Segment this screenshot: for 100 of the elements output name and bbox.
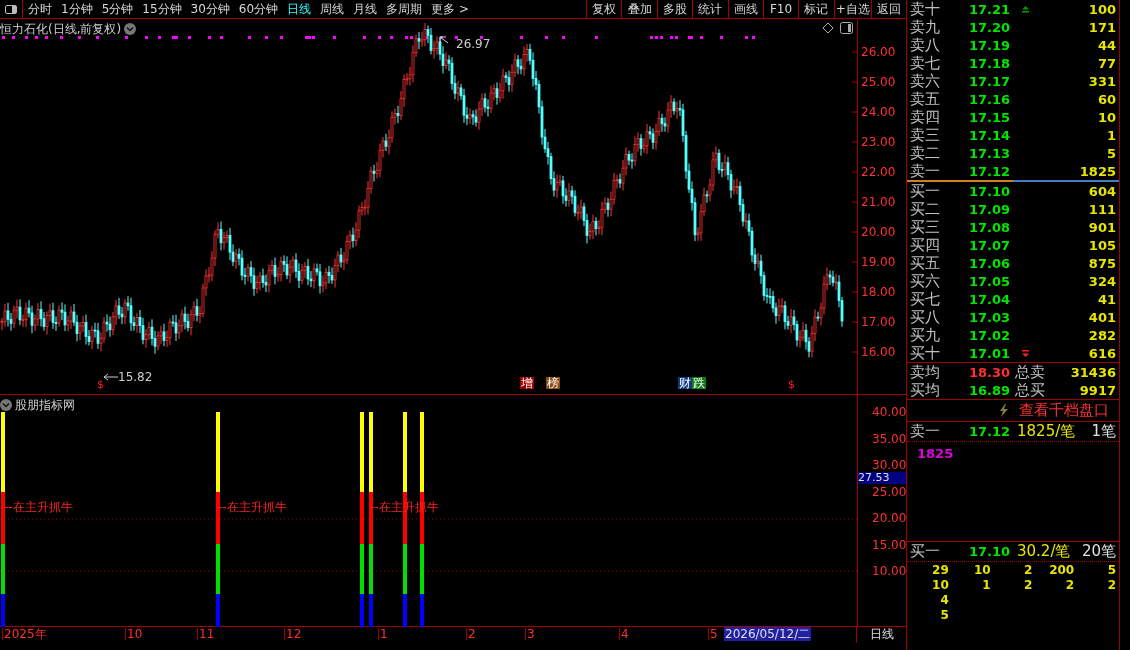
period-tab[interactable]: 日线 bbox=[287, 0, 312, 18]
price-tick: 24.00 bbox=[861, 106, 896, 118]
queue-order: 10 bbox=[972, 564, 991, 579]
price-text: 17.07 bbox=[969, 238, 1012, 252]
event-tag[interactable]: 跌 bbox=[692, 377, 706, 389]
date-label: 4 bbox=[619, 628, 629, 640]
level-label: 卖二 bbox=[909, 145, 941, 161]
event-tag[interactable]: 增 bbox=[520, 377, 534, 389]
volume-text: 105 bbox=[1087, 238, 1117, 252]
level-label: 买六 bbox=[909, 273, 941, 289]
average-price: 16.89 bbox=[969, 383, 1012, 397]
volume-text: 324 bbox=[1087, 274, 1117, 288]
diamond-icon[interactable] bbox=[822, 22, 834, 34]
volume-text: 100 bbox=[1087, 2, 1117, 16]
queue-order: 29 bbox=[931, 564, 949, 579]
panel-toggle-icon[interactable] bbox=[840, 22, 853, 34]
event-marker[interactable]: $ bbox=[788, 379, 795, 390]
level-label: 买八 bbox=[909, 309, 941, 325]
volume-text: 331 bbox=[1087, 74, 1117, 88]
queue-order: 2 bbox=[1023, 564, 1033, 579]
level-label: 卖六 bbox=[909, 73, 941, 89]
indicator-tick: 10.00 bbox=[872, 565, 907, 577]
level-label: 卖九 bbox=[909, 19, 941, 35]
lightning-icon bbox=[999, 404, 1009, 417]
low-pointer-icon bbox=[103, 373, 119, 381]
period-tab[interactable]: 月线 bbox=[353, 0, 378, 18]
date-label: 12 bbox=[284, 628, 302, 640]
level-label: 买三 bbox=[909, 219, 941, 235]
queue-order: 1 bbox=[981, 579, 991, 594]
toolbar-button[interactable]: 返回 bbox=[870, 0, 907, 18]
dropdown-icon[interactable] bbox=[124, 23, 137, 35]
price-text: 17.06 bbox=[969, 256, 1012, 270]
period-tab[interactable]: 1分钟 bbox=[61, 0, 93, 18]
cursor-date-label: 2026/05/12/二 bbox=[724, 627, 812, 641]
queue-order: 1825 bbox=[917, 446, 954, 461]
indicator-tick: 35.00 bbox=[872, 432, 907, 445]
date-label: 11 bbox=[197, 628, 215, 640]
event-tag[interactable]: 财 bbox=[678, 377, 692, 389]
period-tab[interactable]: 更多 > bbox=[431, 0, 469, 18]
price-text: 17.04 bbox=[969, 292, 1012, 306]
date-label: 1 bbox=[378, 628, 388, 640]
event-tag[interactable]: 榜 bbox=[546, 377, 560, 389]
total-volume: 9917 bbox=[1078, 383, 1117, 397]
price-text: 17.12 bbox=[969, 164, 1012, 178]
order-count: 20笔 bbox=[1080, 544, 1117, 559]
period-tab[interactable]: 60分钟 bbox=[238, 0, 279, 18]
queue-label: 买一 bbox=[909, 544, 941, 559]
toolbar-button[interactable]: 多股 bbox=[656, 0, 693, 18]
volume-text: 111 bbox=[1087, 202, 1117, 216]
price-text: 17.14 bbox=[969, 128, 1012, 142]
queue-order: 5 bbox=[939, 609, 949, 624]
per-order-volume: 30.2/笔 bbox=[1017, 544, 1071, 559]
summary-label: 卖均 bbox=[909, 364, 941, 380]
level-label: 买七 bbox=[909, 291, 941, 307]
toolbar-button[interactable]: 标记 bbox=[798, 0, 834, 18]
price-text: 17.09 bbox=[969, 202, 1012, 216]
price-text: 17.20 bbox=[969, 20, 1012, 34]
indicator-title: 股朋指标网 bbox=[15, 397, 75, 414]
price-tick: 21.00 bbox=[861, 196, 896, 208]
price-tick: 25.00 bbox=[861, 76, 896, 88]
toolbar-button[interactable]: +自选 bbox=[833, 0, 871, 18]
queue-order: 5 bbox=[1106, 564, 1116, 579]
date-label: 5 bbox=[708, 628, 718, 640]
period-tab[interactable]: 多周期 bbox=[386, 0, 423, 18]
volume-text: 60 bbox=[1096, 92, 1117, 106]
price-text: 17.01 bbox=[969, 346, 1012, 360]
date-label: 10 bbox=[125, 628, 143, 640]
level-label: 卖八 bbox=[909, 37, 941, 53]
level-label: 卖一 bbox=[909, 163, 941, 179]
period-tab[interactable]: 5分钟 bbox=[101, 0, 134, 18]
volume-text: 5 bbox=[1105, 146, 1117, 160]
price-tick: 17.00 bbox=[861, 316, 896, 328]
price-text: 17.05 bbox=[969, 274, 1012, 288]
chart-title: 恒力石化(日线,前复权) bbox=[0, 21, 122, 38]
event-marker[interactable]: $ bbox=[97, 379, 104, 390]
period-tab[interactable]: 周线 bbox=[320, 0, 345, 18]
price-text: 17.03 bbox=[969, 310, 1012, 324]
period-tab[interactable]: 30分钟 bbox=[190, 0, 230, 18]
toolbar-button[interactable]: 叠加 bbox=[621, 0, 657, 18]
price-text: 17.17 bbox=[969, 74, 1012, 88]
order-count: 1笔 bbox=[1090, 424, 1117, 439]
queue-order: 2 bbox=[1106, 579, 1116, 594]
date-label: 2025年 bbox=[2, 628, 47, 640]
level-label: 买一 bbox=[909, 183, 941, 199]
period-tab[interactable]: 15分钟 bbox=[142, 0, 182, 18]
queue-order: 2 bbox=[1023, 579, 1033, 594]
dropdown-icon[interactable] bbox=[0, 399, 12, 411]
indicator-tick: 25.00 bbox=[872, 485, 907, 498]
toolbar-button[interactable]: 统计 bbox=[692, 0, 728, 18]
date-label: 3 bbox=[525, 628, 535, 640]
toolbar-button[interactable]: F10 bbox=[762, 0, 799, 18]
toolbar-button[interactable]: 复权 bbox=[586, 0, 622, 18]
period-tab[interactable]: 分时 bbox=[28, 0, 52, 18]
up-arrow-icon bbox=[1021, 5, 1029, 13]
level-label: 卖七 bbox=[909, 55, 941, 71]
volume-text: 77 bbox=[1096, 56, 1117, 70]
down-arrow-icon bbox=[1021, 349, 1029, 357]
toolbar-button[interactable]: 画线 bbox=[727, 0, 763, 18]
volume-text: 901 bbox=[1087, 220, 1117, 234]
depth-link[interactable]: 查看千档盘口 bbox=[1019, 403, 1109, 418]
